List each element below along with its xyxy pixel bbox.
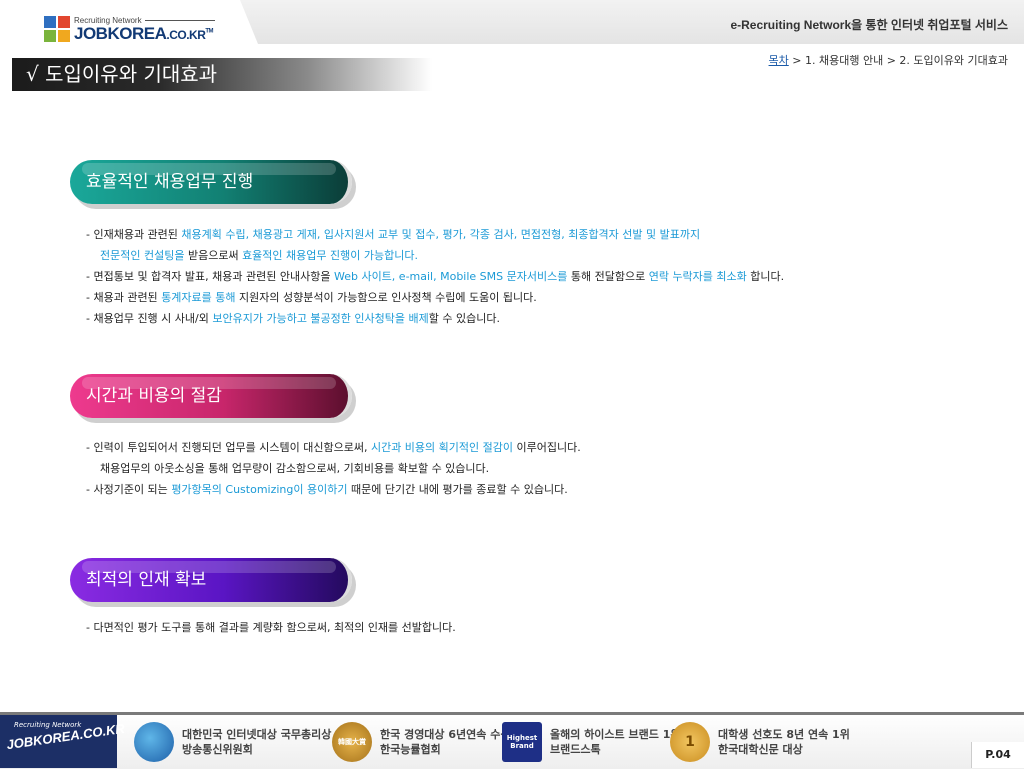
jobkorea-logo[interactable]: Recruiting Network JOBKOREA.CO.KRTM <box>44 16 215 42</box>
body-text: - 사정기준이 되는 <box>86 483 172 496</box>
award-line-2: 브랜드스톡 <box>550 743 601 756</box>
body-text: - 채용과 관련된 <box>86 291 162 304</box>
body-text: 합니다. <box>746 270 785 283</box>
body-line: - 면접통보 및 합격자 발표, 채용과 관련된 안내사항을 Web 사이트, … <box>86 266 784 287</box>
award-line-1: 대학생 선호도 8년 연속 1위 <box>718 728 850 741</box>
body-text: 채용업무의 아웃소싱을 통해 업무량이 감소함으로써, 기회비용를 확보할 수 … <box>100 462 490 475</box>
laurel-wreath-icon: 1 <box>670 722 710 762</box>
breadcrumb-path: > 1. 채용대행 안내 > 2. 도입이유와 기대효과 <box>788 54 1008 67</box>
logo-wordmark: JOBKOREA.CO.KRTM <box>74 23 214 43</box>
body-text: - 다면적인 평가 도구를 통해 결과를 계량화 함으로써, 최적의 인재를 선… <box>86 621 456 634</box>
section-heading-efficient-recruiting: 효율적인 채용업무 진행 <box>70 160 352 204</box>
highlighted-text: 연락 누락자를 최소화 <box>648 270 747 283</box>
body-line: 채용업무의 아웃소싱을 통해 업무량이 감소함으로써, 기회비용를 확보할 수 … <box>86 458 581 479</box>
header-title: e-Recruiting Network을 통한 인터넷 취업포털 서비스 <box>730 18 1008 32</box>
logo-squares-icon <box>44 16 70 42</box>
award-management-grand-prize: 韓國大賞 한국 경영대상 6년연속 수상한국능률협회 <box>332 722 510 762</box>
highlighted-text: 보안유지가 가능하고 불공정한 인사청탁을 배제 <box>212 312 429 325</box>
body-text: 이루어집니다. <box>513 441 581 454</box>
highlighted-text: Web 사이트, e-mail, Mobile SMS 문자서비스를 <box>333 270 568 283</box>
award-line-2: 한국대학신문 대상 <box>718 743 803 756</box>
body-line: - 인력이 투입되어서 진행되던 업무를 시스템이 대신함으로써, 시간과 비용… <box>86 437 581 458</box>
award-line-1: 대한민국 인터넷대상 국무총리상 <box>182 728 332 741</box>
body-line: 전문적인 컨설팅을 받음으로써 효율적인 채용업무 진행이 가능합니다. <box>86 245 784 266</box>
award-student-preference: 1 대학생 선호도 8년 연속 1위한국대학신문 대상 <box>670 722 850 762</box>
highlighted-text: 평가항목의 Customizing이 용이하기 <box>171 483 348 496</box>
section-body-efficient-recruiting: - 인재채용과 관련된 채용계획 수립, 채용광고 게재, 입사지원서 교부 및… <box>86 224 784 329</box>
award-line-2: 방송통신위원회 <box>182 743 253 756</box>
body-text: - 면접통보 및 합격자 발표, 채용과 관련된 안내사항을 <box>86 270 334 283</box>
page-title: √ 도입이유와 기대효과 <box>12 58 432 91</box>
body-line: - 인재채용과 관련된 채용계획 수립, 채용광고 게재, 입사지원서 교부 및… <box>86 224 784 245</box>
highlighted-text: 시간과 비용의 획기적인 절감이 <box>370 441 514 454</box>
highest-brand-icon: Highest Brand <box>502 722 542 762</box>
page-number: P.04 <box>971 742 1024 768</box>
footer-divider <box>0 712 1024 715</box>
award-line-1: 한국 경영대상 6년연속 수상 <box>380 728 511 741</box>
section-body-best-talent: - 다면적인 평가 도구를 통해 결과를 계량화 함으로써, 최적의 인재를 선… <box>86 617 456 638</box>
body-text: 지원자의 성향분석이 가능함으로 인사정책 수립에 도움이 됩니다. <box>235 291 537 304</box>
highlighted-text: 전문적인 컨설팅을 <box>100 249 185 262</box>
body-text: - 채용업무 진행 시 사내/외 <box>86 312 213 325</box>
section-body-cost-saving: - 인력이 투입되어서 진행되던 업무를 시스템이 대신함으로써, 시간과 비용… <box>86 437 581 500</box>
body-text: 통해 전달함으로 <box>567 270 649 283</box>
award-line-2: 한국능률협회 <box>380 743 441 756</box>
body-text: - 인재채용과 관련된 <box>86 228 182 241</box>
award-internet-grand-prize: 대한민국 인터넷대상 국무총리상방송통신위원회 <box>134 722 331 762</box>
highlighted-text: 효율적인 채용업무 진행이 가능합니다. <box>242 249 418 262</box>
body-line: - 채용업무 진행 시 사내/외 보안유지가 가능하고 불공정한 인사청탁을 배… <box>86 308 784 329</box>
body-text: - 인력이 투입되어서 진행되던 업무를 시스템이 대신함으로써, <box>86 441 371 454</box>
body-line: - 사정기준이 되는 평가항목의 Customizing이 용이하기 때문에 단… <box>86 479 581 500</box>
award-highest-brand: Highest Brand 올해의 하이스트 브랜드 1위브랜드스톡 <box>502 722 680 762</box>
breadcrumb-toc-link[interactable]: 목차 <box>769 54 789 67</box>
body-line: - 다면적인 평가 도구를 통해 결과를 계량화 함으로써, 최적의 인재를 선… <box>86 617 456 638</box>
breadcrumb: 목차 > 1. 채용대행 안내 > 2. 도입이유와 기대효과 <box>769 52 1008 68</box>
award-globe-icon <box>134 722 174 762</box>
body-text: 받음으로써 <box>184 249 243 262</box>
section-heading-best-talent: 최적의 인재 확보 <box>70 558 352 602</box>
highlighted-text: 채용계획 수립, 채용광고 게재, 입사지원서 교부 및 접수, 평가, 각종 … <box>181 228 701 241</box>
highlighted-text: 통계자료를 통해 <box>161 291 236 304</box>
section-heading-cost-saving: 시간과 비용의 절감 <box>70 374 352 418</box>
body-line: - 채용과 관련된 통계자료를 통해 지원자의 성향분석이 가능함으로 인사정책… <box>86 287 784 308</box>
body-text: 때문에 단기간 내에 평가를 종료할 수 있습니다. <box>347 483 568 496</box>
body-text: 할 수 있습니다. <box>428 312 500 325</box>
footer-logo[interactable]: Recruiting Network JOBKOREA.CO.KR <box>0 715 126 768</box>
award-gold-seal-icon: 韓國大賞 <box>332 722 372 762</box>
award-line-1: 올해의 하이스트 브랜드 1위 <box>550 728 681 741</box>
